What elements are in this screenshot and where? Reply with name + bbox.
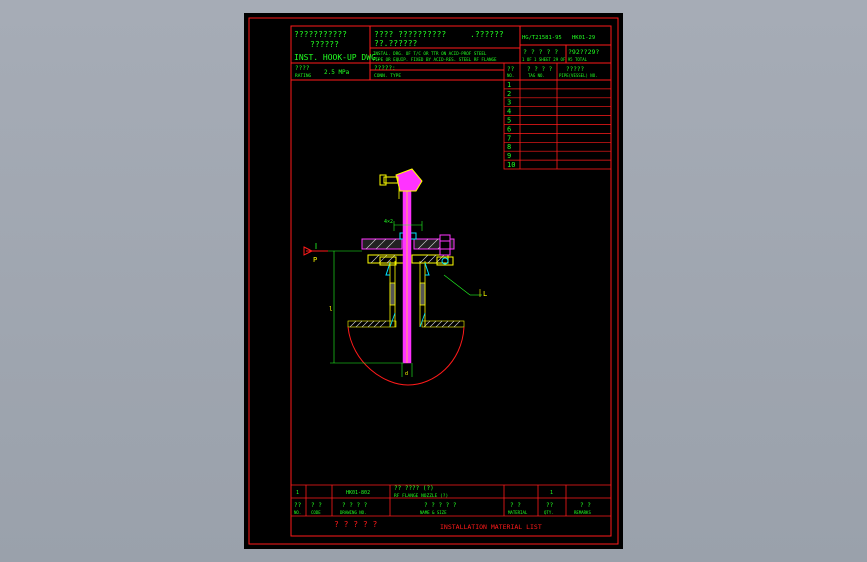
desc-cn-1: ???? ?????????? [374,30,446,39]
pipe-table-row-number: 6 [507,125,511,133]
pipe-table-row-number: 10 [507,161,515,169]
pt-head-en-pipe: PIPE(VESSEL) NO. [559,73,598,78]
p-marker [303,243,328,256]
ml-head-cn-mat: ? ? [510,502,521,509]
title-cn-1: ??????????? [294,30,347,39]
ml-head-cn-remarks: ? ? [580,502,591,509]
dwg-number: HK01-29 [572,35,595,41]
outer-frame [248,17,619,545]
rating-en: RATING [295,73,312,79]
ml-head-cn-code: ? ? [311,502,322,509]
pt-head-cn-no: ?? [507,66,515,73]
pt-head-cn-tag: ? ? ? ? [527,66,553,73]
ml-head-cn-name: ? ? ? ? ? [424,502,457,509]
title-en: INST. HOOK-UP DWG. [294,53,381,62]
title-cn-2: ?????? [310,40,339,49]
pipe-table-row-number: 3 [507,99,511,107]
pipe-table-row-number: 5 [507,117,511,125]
inner-frame [290,25,612,537]
ml-item-name-cn: ?? ???? (?) [394,485,434,492]
ml-head-en-no: NO. [294,510,301,515]
ml-head-cn-qty: ?? [546,502,554,509]
label-p: P [313,256,317,264]
ml-head-en-name: NAME & SIZE [420,510,447,515]
label-l: L [483,290,487,298]
pipe-table-row-number: 2 [507,90,511,98]
cad-drawing: ??????????? ?????? INST. HOOK-UP DWG. ??… [248,17,619,545]
ml-head-en-mat: MATERIAL [508,510,528,515]
label-d: d [405,371,408,377]
junction-head [379,168,423,192]
conn-cn: ?????: [374,65,396,72]
desc-cn-3: ??.?????? [374,39,418,48]
ml-footer-en: INSTALLATION MATERIAL LIST [440,523,542,531]
sheet-en: 1 OF 1 SHEET 29 OF 95 TOTAL [522,57,588,62]
label-dim-l: l [329,306,333,313]
ml-head-en-remarks: REMARKS [574,510,591,515]
ml-head-en-code: CODE [311,510,321,515]
material-list [291,484,611,517]
ml-head-cn-no: ?? [294,502,302,509]
ml-head-cn-dwg: ? ? ? ? [342,502,368,509]
thermocouple-stem [398,183,412,364]
ml-item-name-en: RF FLANGE NOZZLE (?) [394,493,448,499]
pipe-table-row-number: 7 [507,134,511,142]
ml-head-en-dwg: DRAWING NO. [340,510,367,515]
desc-en-2: PIPE OR EQUIP. FIXED BY ACID-RES. STEEL … [373,57,497,62]
pipe-table-row-number: 8 [507,143,511,151]
pipe-table-row-number: 9 [507,152,511,160]
pt-head-en-tag: TAG NO. [528,73,545,78]
bolt-note: 4×2 [384,219,393,225]
desc-en-1: INSTAL. DRG. OF T/C OR TTR ON ACID-PROF … [373,51,487,56]
pt-head-en-no: NO. [507,73,514,78]
rating-value: 2.5 MPa [324,69,350,76]
sheet-cn-2: ?92??29? [568,48,599,56]
pt-head-cn-pipe: ????? [566,66,584,73]
drawing-sheet: ??????????? ?????? INST. HOOK-UP DWG. ??… [244,13,623,549]
ml-head-en-qty: QTY. [544,510,554,515]
std-code: HG/T21581-95 [522,35,562,41]
rating-cn: ???? [295,65,310,72]
pipe-table-row-number: 4 [507,108,511,116]
sheet-cn-1: ? ? ? ? ? [523,48,558,56]
ml-footer-cn: ? ? ? ? ? [334,520,378,529]
thermocouple-assembly [303,168,482,386]
l-leader [443,274,482,297]
pipe-table [503,62,612,170]
ml-item-qty: 1 [550,490,553,496]
pipe-table-row-number: 1 [507,81,511,89]
desc-cn-2: .?????? [470,30,504,39]
ml-item-code: HK01-802 [346,490,370,496]
conn-en: CONN. TYPE [374,73,401,79]
ml-item-no: 1 [296,490,299,496]
